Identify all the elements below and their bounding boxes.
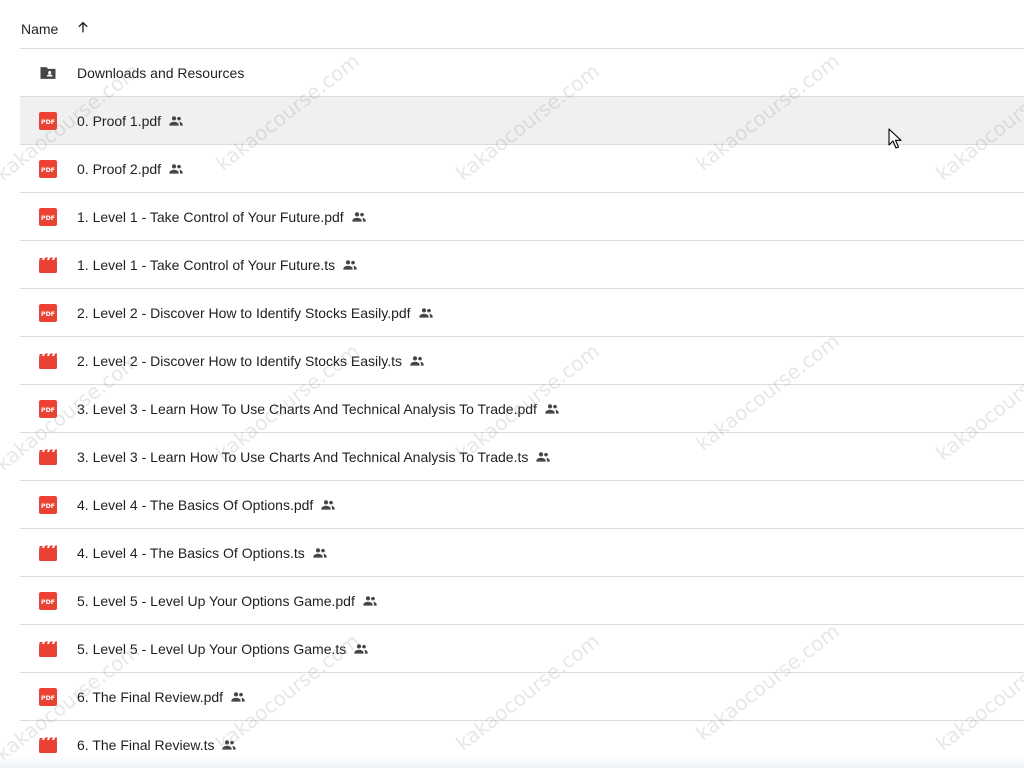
svg-text:PDF: PDF: [41, 167, 55, 174]
file-name: 3. Level 3 - Learn How To Use Charts And…: [77, 448, 529, 465]
people-icon: [544, 400, 562, 418]
file-row[interactable]: PDF 2. Level 2 - Discover How to Identify…: [20, 289, 1024, 337]
file-row[interactable]: 3. Level 3 - Learn How To Use Charts And…: [20, 433, 1024, 481]
svg-text:PDF: PDF: [41, 503, 55, 510]
file-row[interactable]: 1. Level 1 - Take Control of Your Future…: [20, 241, 1024, 289]
file-name: 0. Proof 2.pdf: [77, 160, 162, 177]
people-icon: [221, 736, 239, 754]
svg-text:PDF: PDF: [41, 215, 55, 222]
people-icon: [418, 304, 436, 322]
people-icon: [535, 448, 553, 466]
arrow-upward-icon: [78, 21, 89, 33]
svg-text:PDF: PDF: [41, 695, 55, 702]
sort-ascending-button[interactable]: [73, 17, 93, 37]
file-name: 0. Proof 1.pdf: [77, 112, 162, 129]
file-name: 1. Level 1 - Take Control of Your Future…: [77, 208, 344, 225]
bottom-scroll-fade: [0, 756, 1024, 768]
people-icon: [312, 544, 330, 562]
pdf-icon: PDF: [38, 207, 58, 227]
file-name: 4. Level 4 - The Basics Of Options.pdf: [77, 496, 314, 513]
file-name: 6. The Final Review.pdf: [77, 688, 224, 705]
file-row[interactable]: 2. Level 2 - Discover How to Identify St…: [20, 337, 1024, 385]
file-name: 4. Level 4 - The Basics Of Options.ts: [77, 544, 305, 561]
name-column-header[interactable]: Name: [20, 21, 58, 37]
svg-text:PDF: PDF: [41, 407, 55, 414]
file-list-page: Name Downloads and Resources PDF 0. Proof …: [0, 0, 1024, 768]
people-icon: [230, 688, 248, 706]
file-row[interactable]: PDF 4. Level 4 - The Basics Of Options.pd…: [20, 481, 1024, 529]
file-name: 5. Level 5 - Level Up Your Options Game.…: [77, 640, 347, 657]
svg-text:PDF: PDF: [41, 119, 55, 126]
people-icon: [342, 256, 360, 274]
file-name: 1. Level 1 - Take Control of Your Future…: [77, 256, 336, 273]
pdf-icon: PDF: [38, 687, 58, 707]
file-row[interactable]: PDF 5. Level 5 - Level Up Your Options Ga…: [20, 577, 1024, 625]
people-icon: [168, 160, 186, 178]
file-list: Downloads and Resources PDF 0. Proof 1.pdf…: [20, 49, 1024, 768]
video-icon: [38, 447, 58, 467]
video-icon: [38, 351, 58, 371]
video-icon: [38, 639, 58, 659]
file-name: 5. Level 5 - Level Up Your Options Game.…: [77, 592, 355, 609]
file-name: 2. Level 2 - Discover How to Identify St…: [77, 304, 411, 321]
file-name: 3. Level 3 - Learn How To Use Charts And…: [77, 400, 537, 417]
svg-text:PDF: PDF: [41, 311, 55, 318]
people-icon: [320, 496, 338, 514]
file-name: 6. The Final Review.ts: [77, 736, 215, 753]
file-row[interactable]: 5. Level 5 - Level Up Your Options Game.…: [20, 625, 1024, 673]
mouse-pointer-icon: [888, 128, 902, 149]
people-icon: [353, 640, 371, 658]
file-row[interactable]: 4. Level 4 - The Basics Of Options.ts: [20, 529, 1024, 577]
pdf-icon: PDF: [38, 159, 58, 179]
file-row[interactable]: PDF 0. Proof 2.pdf: [20, 145, 1024, 193]
video-icon: [38, 255, 58, 275]
file-row[interactable]: PDF 3. Level 3 - Learn How To Use Charts …: [20, 385, 1024, 433]
people-icon: [362, 592, 380, 610]
file-name: Downloads and Resources: [77, 64, 245, 81]
pdf-icon: PDF: [38, 591, 58, 611]
svg-text:PDF: PDF: [41, 599, 55, 606]
pdf-icon: PDF: [38, 495, 58, 515]
pdf-icon: PDF: [38, 399, 58, 419]
video-icon: [38, 735, 58, 755]
file-row[interactable]: PDF 0. Proof 1.pdf: [20, 97, 1024, 145]
people-icon: [351, 208, 369, 226]
file-row[interactable]: PDF 6. The Final Review.pdf: [20, 673, 1024, 721]
folder-row[interactable]: Downloads and Resources: [20, 49, 1024, 97]
file-row[interactable]: PDF 1. Level 1 - Take Control of Your Fut…: [20, 193, 1024, 241]
list-header: Name: [20, 0, 1024, 49]
pdf-icon: PDF: [38, 111, 58, 131]
people-icon: [409, 352, 427, 370]
video-icon: [38, 543, 58, 563]
file-name: 2. Level 2 - Discover How to Identify St…: [77, 352, 402, 369]
pdf-icon: PDF: [38, 303, 58, 323]
shared-folder-icon: [38, 63, 58, 83]
people-icon: [168, 112, 186, 130]
